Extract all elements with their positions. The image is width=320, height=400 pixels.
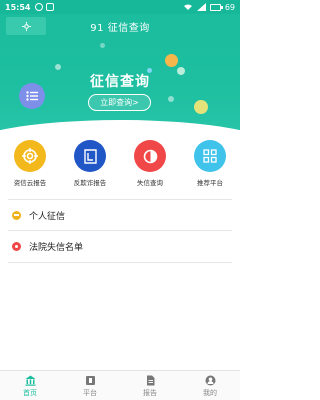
notification-icon	[35, 3, 44, 11]
list-item-label: 法院失信名单	[29, 242, 84, 253]
banner-title: 征信查询	[90, 74, 150, 90]
app-header: 91 征信查询	[0, 14, 240, 38]
user-icon	[205, 375, 216, 386]
chat-bubble-icon	[194, 100, 208, 114]
tab-label: 平台	[83, 389, 97, 397]
list-item-court-blacklist[interactable]: 法院失信名单	[0, 231, 240, 261]
signal-icon	[196, 3, 206, 11]
app-title: 91 征信查询	[90, 23, 150, 34]
grid-item-recommended-platform[interactable]: 推荐平台	[180, 134, 240, 192]
tab-report[interactable]: 报告	[120, 371, 180, 400]
bank-icon	[25, 375, 36, 386]
warning-icon	[12, 241, 21, 251]
grid-label: 推荐平台	[197, 179, 223, 187]
tab-label: 我的	[203, 389, 217, 397]
half-circle-icon	[134, 140, 166, 172]
tab-label: 报告	[143, 389, 157, 397]
document-frame-icon	[74, 140, 106, 172]
orange-bubble-icon	[165, 54, 178, 67]
tab-label: 首页	[23, 389, 37, 397]
list-item-label: 个人征信	[29, 211, 66, 222]
wifi-icon	[183, 4, 192, 10]
battery-level: 69	[224, 2, 235, 12]
grid-squares-icon	[194, 140, 226, 172]
grid-item-dishonesty-query[interactable]: 失信查询	[120, 134, 180, 192]
shield-icon	[46, 3, 55, 11]
divider	[8, 262, 232, 263]
battery-icon	[209, 3, 223, 11]
banner-curve	[0, 120, 240, 130]
hero-banner: 征信查询 立即查询>	[0, 38, 240, 130]
bottom-tab-bar: 首页 平台 报告 我的	[0, 370, 240, 400]
status-time: 15:54	[5, 2, 31, 12]
platform-icon	[85, 375, 96, 386]
grid-item-credit-report[interactable]: 资信云报告	[0, 134, 60, 192]
list-item-personal-credit[interactable]: 个人征信	[0, 200, 240, 230]
decorative-dot	[55, 64, 61, 70]
grid-item-antifraud-report[interactable]: 反欺诈报告	[60, 134, 120, 192]
status-bar: 15:54 69	[0, 0, 240, 14]
grid-label: 资信云报告	[13, 179, 47, 187]
tab-home[interactable]: 首页	[0, 371, 60, 400]
tab-platform[interactable]: 平台	[60, 371, 120, 400]
tab-mine[interactable]: 我的	[180, 371, 240, 400]
decorative-dot	[168, 96, 174, 102]
feature-grid: 资信云报告 反欺诈报告 失信查询 推荐平台	[0, 134, 240, 192]
query-now-button[interactable]: 立即查询>	[88, 94, 151, 111]
coin-icon	[12, 210, 21, 220]
report-icon	[145, 375, 156, 386]
grid-label: 失信查询	[137, 179, 163, 187]
grid-label: 反欺诈报告	[73, 179, 107, 187]
target-icon	[14, 140, 46, 172]
decorative-dot	[100, 43, 105, 48]
